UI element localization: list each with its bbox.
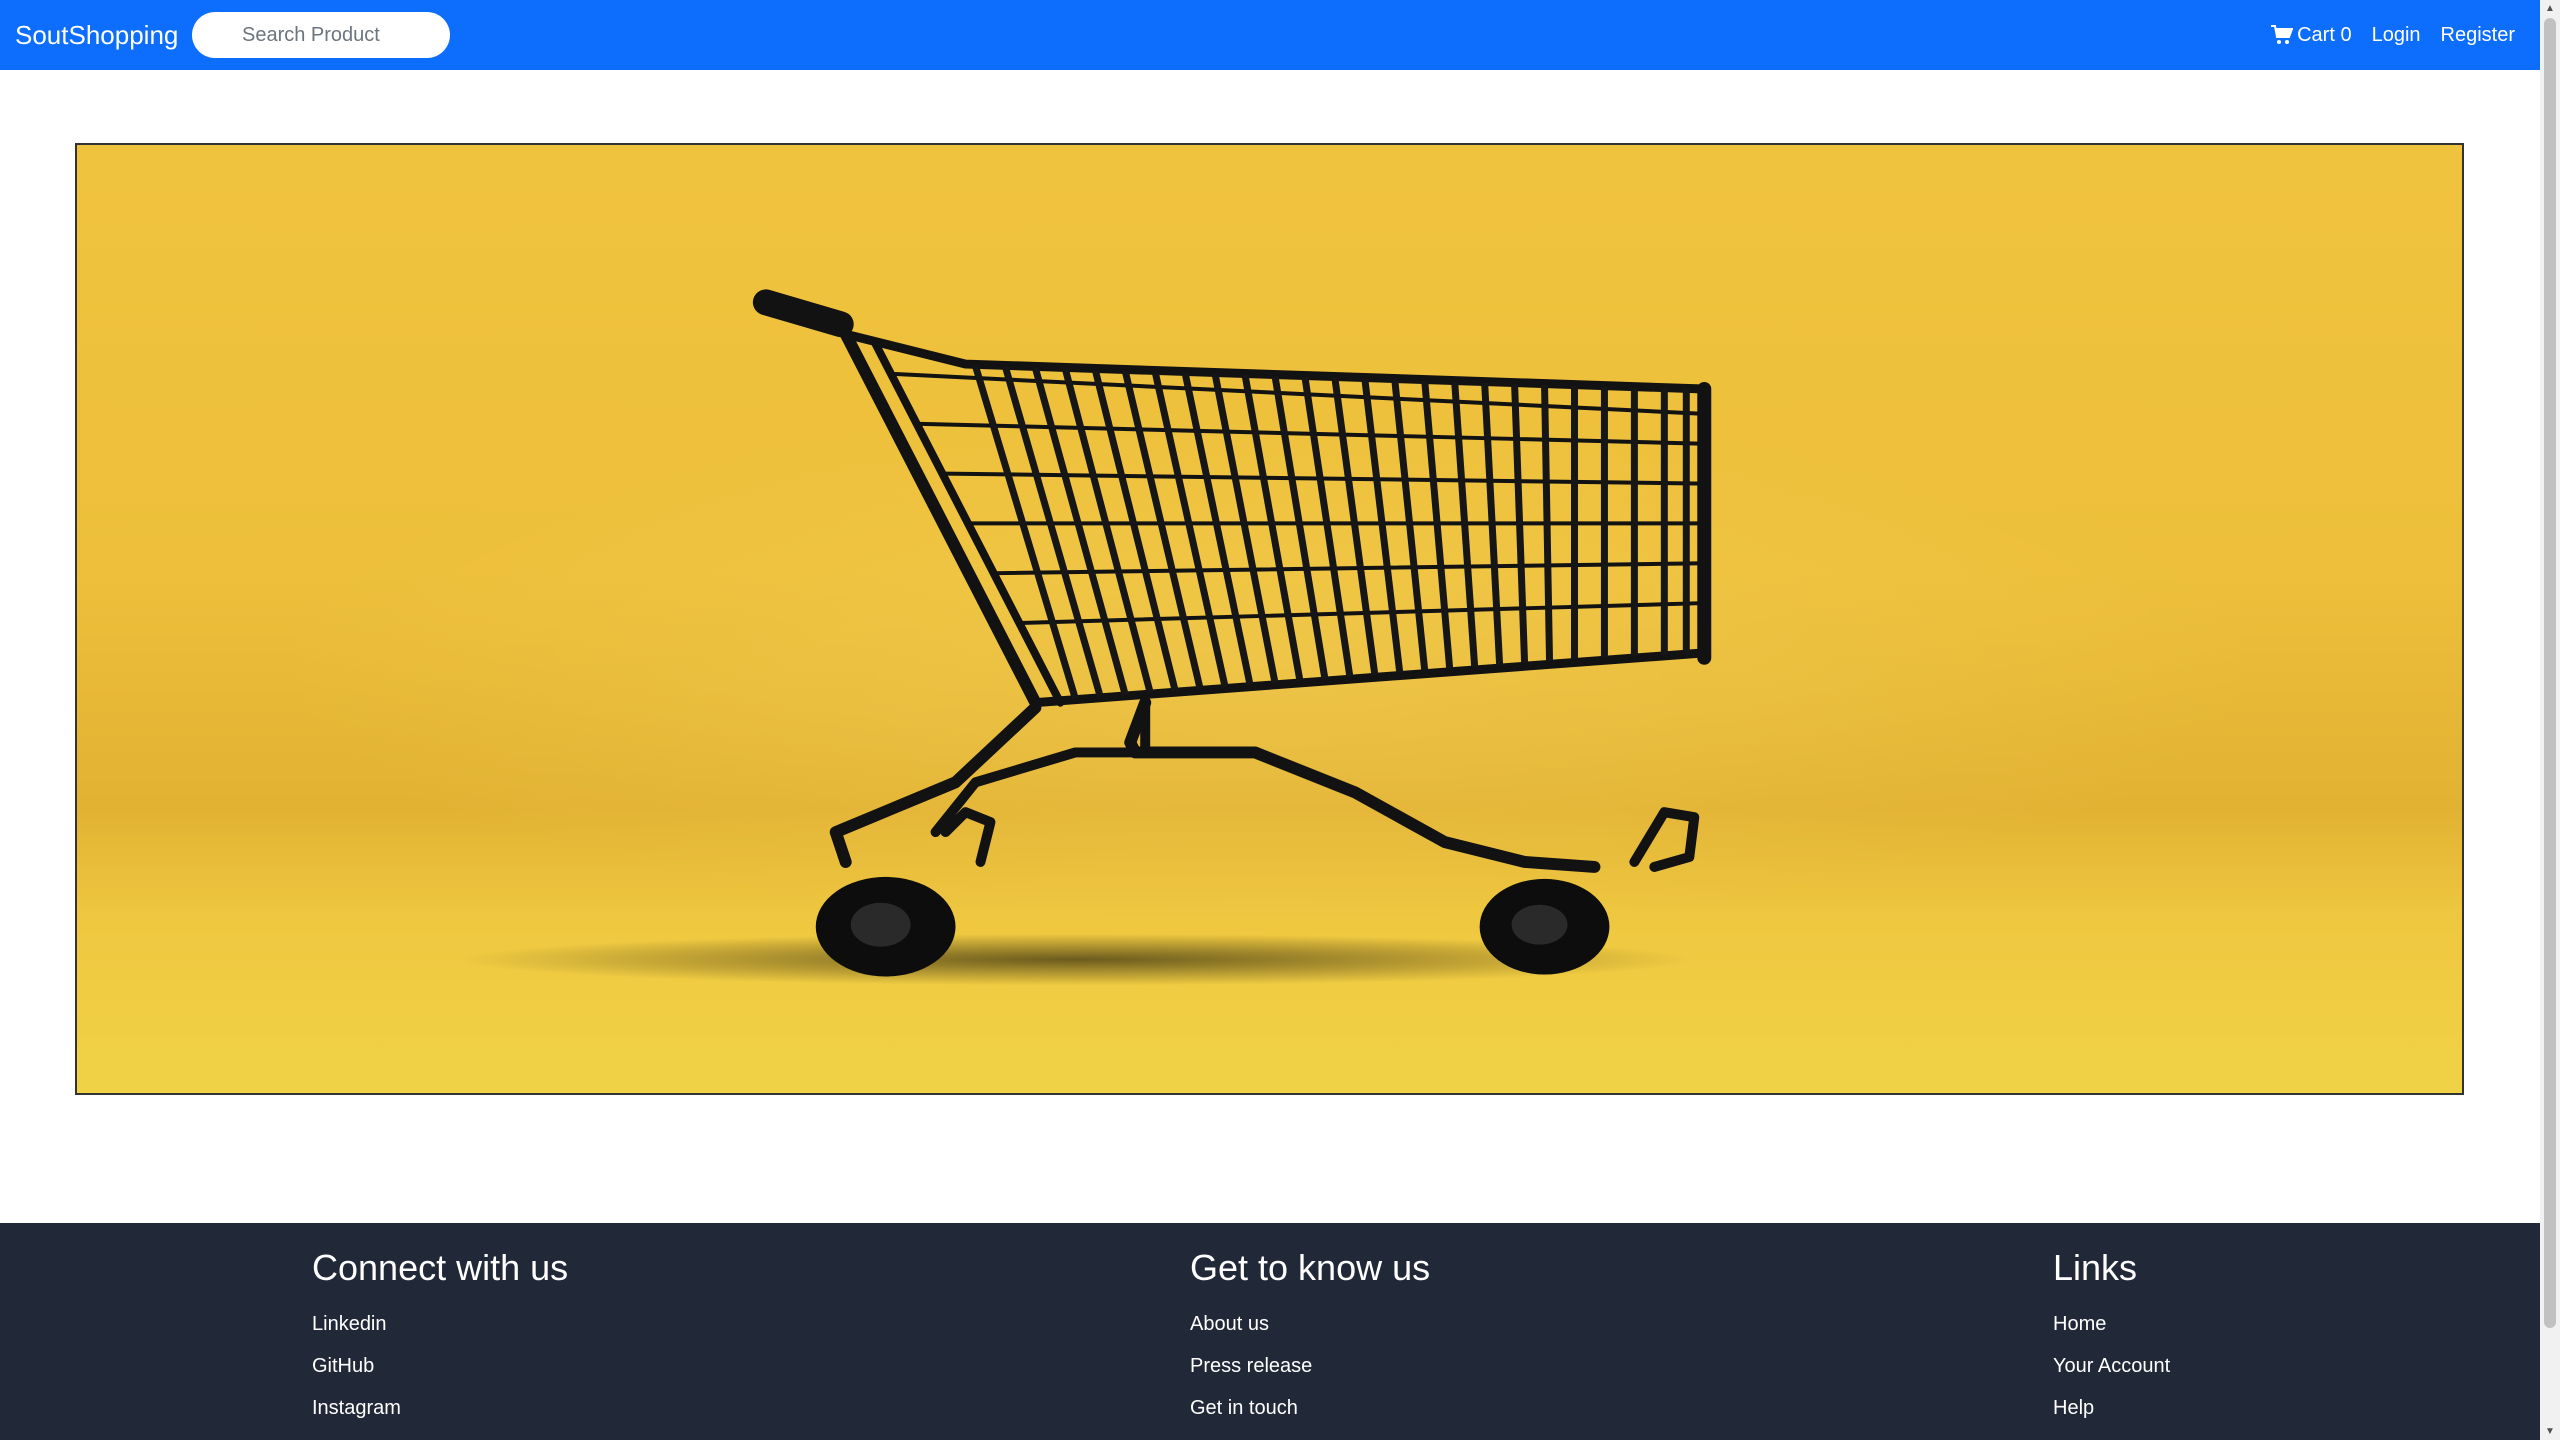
footer-column-about: Get to know us About us Press release Ge… bbox=[1190, 1247, 1430, 1429]
scroll-up-arrow-icon[interactable]: ▲ bbox=[2540, 0, 2560, 17]
cart-link[interactable]: Cart 0 bbox=[2271, 23, 2352, 47]
footer-heading-about: Get to know us bbox=[1190, 1247, 1431, 1288]
scroll-down-arrow-icon[interactable]: ▼ bbox=[2540, 1423, 2560, 1440]
vertical-scrollbar[interactable]: ▲ ▼ bbox=[2540, 0, 2560, 1440]
footer-link-help[interactable]: Help bbox=[2053, 1387, 2170, 1429]
footer-link-home[interactable]: Home bbox=[2053, 1303, 2170, 1345]
footer-column-links: Links Home Your Account Help bbox=[2053, 1247, 2170, 1429]
footer-heading-connect: Connect with us bbox=[312, 1247, 569, 1288]
footer-column-connect: Connect with us Linkedin GitHub Instagra… bbox=[312, 1247, 568, 1429]
footer-link-get-in-touch[interactable]: Get in touch bbox=[1190, 1387, 1430, 1429]
shopping-cart-illustration bbox=[456, 289, 1712, 986]
login-link[interactable]: Login bbox=[2372, 24, 2421, 47]
site-footer: Connect with us Linkedin GitHub Instagra… bbox=[0, 1223, 2540, 1440]
cart-label: Cart 0 bbox=[2297, 23, 2352, 46]
scrollbar-thumb[interactable] bbox=[2544, 18, 2556, 1328]
footer-link-press-release[interactable]: Press release bbox=[1190, 1345, 1430, 1387]
footer-link-instagram[interactable]: Instagram bbox=[312, 1387, 568, 1429]
search-input[interactable] bbox=[192, 12, 450, 58]
footer-link-about-us[interactable]: About us bbox=[1190, 1303, 1430, 1345]
top-navbar: SoutShopping Cart 0 Login Register bbox=[0, 0, 2540, 70]
nav-right-links: Cart 0 Login Register bbox=[2271, 0, 2515, 70]
hero-banner-image bbox=[75, 143, 2464, 1095]
footer-link-github[interactable]: GitHub bbox=[312, 1345, 568, 1387]
brand-logo-link[interactable]: SoutShopping bbox=[15, 0, 178, 70]
cart-icon bbox=[2271, 25, 2294, 44]
footer-heading-links: Links bbox=[2053, 1247, 2138, 1288]
register-link[interactable]: Register bbox=[2441, 24, 2515, 47]
footer-link-linkedin[interactable]: Linkedin bbox=[312, 1303, 568, 1345]
footer-link-your-account[interactable]: Your Account bbox=[2053, 1345, 2170, 1387]
